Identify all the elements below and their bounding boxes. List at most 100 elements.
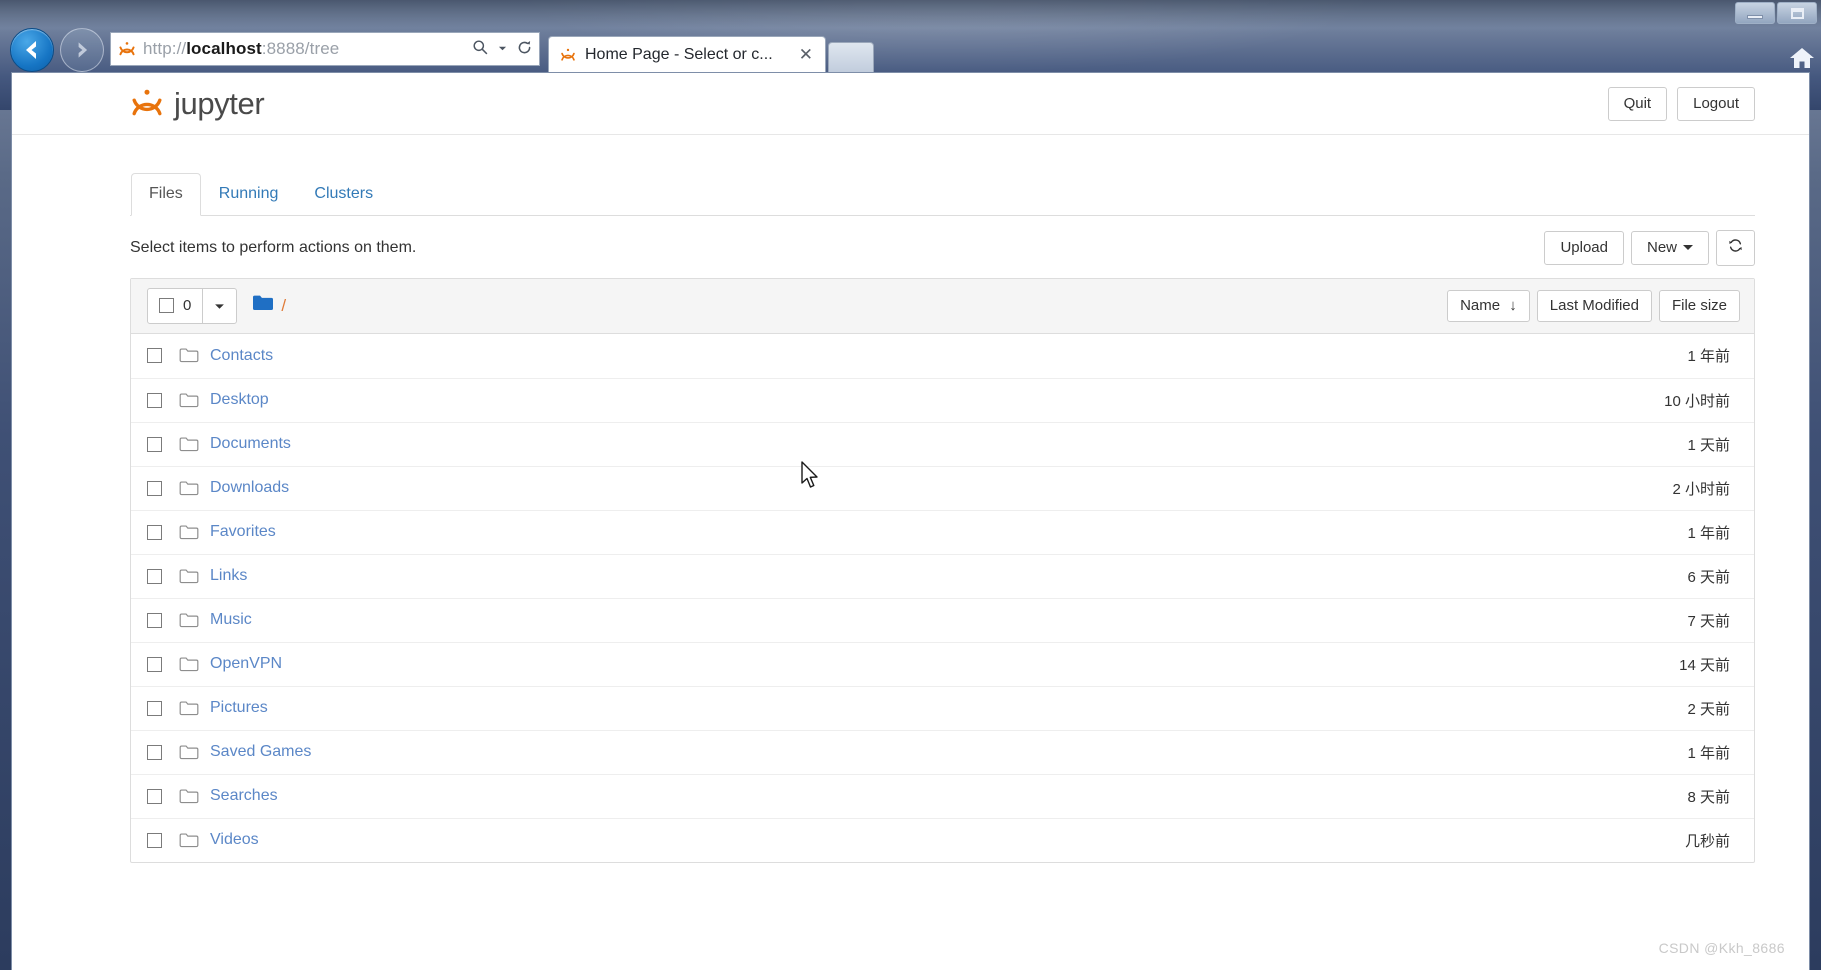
- header-actions: Quit Logout: [1607, 86, 1755, 121]
- browser-viewport: jupyter Quit Logout Files Running Cluste…: [11, 72, 1810, 970]
- file-modified: 1 天前: [1687, 436, 1730, 454]
- row-checkbox[interactable]: [147, 524, 162, 540]
- row-checkbox[interactable]: [147, 656, 162, 672]
- close-icon[interactable]: ✕: [795, 46, 817, 63]
- select-all-button[interactable]: 0: [147, 287, 204, 324]
- row-checkbox[interactable]: [147, 744, 162, 760]
- tab-running-link[interactable]: Running: [201, 173, 297, 216]
- table-row[interactable]: Searches 8 天前: [131, 773, 1754, 818]
- table-row[interactable]: Pictures 2 天前: [131, 685, 1754, 730]
- minimize-icon: [1747, 15, 1763, 19]
- folder-icon: [252, 294, 274, 317]
- file-name-link[interactable]: OpenVPN: [210, 655, 282, 673]
- upload-button[interactable]: Upload: [1544, 230, 1624, 265]
- table-row[interactable]: Contacts 1 年前: [131, 334, 1754, 378]
- table-row[interactable]: Links 6 天前: [131, 553, 1754, 598]
- tab-clusters[interactable]: Clusters: [296, 173, 391, 216]
- row-checkbox[interactable]: [147, 392, 162, 408]
- address-bar[interactable]: http://localhost:8888/tree: [110, 32, 540, 66]
- browser-tab-title: Home Page - Select or c...: [585, 45, 773, 63]
- tab-strip: Home Page - Select or c... ✕: [548, 36, 874, 72]
- sort-by-last-modified-button[interactable]: Last Modified: [1536, 289, 1652, 322]
- jupyter-favicon: [117, 39, 137, 59]
- sort-buttons: Name ↓ Last Modified File size: [1447, 289, 1740, 322]
- new-dropdown-button[interactable]: New: [1630, 230, 1709, 265]
- file-name-link[interactable]: Documents: [210, 435, 291, 453]
- row-checkbox[interactable]: [147, 700, 162, 716]
- file-name-link[interactable]: Videos: [210, 831, 259, 849]
- select-all-group: 0: [147, 287, 238, 324]
- file-name-link[interactable]: Pictures: [210, 699, 268, 717]
- list-toolbar: Select items to perform actions on them.…: [130, 216, 1755, 278]
- browser-tab[interactable]: Home Page - Select or c... ✕: [548, 36, 826, 72]
- address-text[interactable]: http://localhost:8888/tree: [143, 39, 464, 59]
- jupyter-favicon: [559, 46, 577, 64]
- file-modified: 1 年前: [1687, 348, 1730, 366]
- row-checkbox[interactable]: [147, 436, 162, 452]
- file-name-link[interactable]: Searches: [210, 787, 278, 805]
- row-checkbox[interactable]: [147, 788, 162, 804]
- file-modified: 几秒前: [1684, 832, 1730, 850]
- folder-icon: [179, 436, 199, 453]
- maximize-icon: [1790, 7, 1804, 19]
- row-checkbox[interactable]: [147, 832, 162, 848]
- file-name-link[interactable]: Saved Games: [210, 743, 311, 761]
- back-button[interactable]: [10, 28, 54, 72]
- file-modified: 2 天前: [1687, 700, 1730, 718]
- table-row[interactable]: Desktop 10 小时前: [131, 377, 1754, 422]
- new-tab-button[interactable]: [828, 42, 874, 72]
- sort-by-file-size-button[interactable]: File size: [1658, 289, 1740, 322]
- breadcrumb[interactable]: /: [252, 294, 286, 317]
- file-name-link[interactable]: Links: [210, 567, 247, 585]
- jupyter-logo[interactable]: jupyter: [130, 86, 265, 122]
- refresh-icon[interactable]: [516, 39, 533, 60]
- folder-icon: [179, 392, 199, 409]
- folder-icon: [179, 744, 199, 761]
- quit-button[interactable]: Quit: [1607, 86, 1668, 121]
- tab-clusters-link[interactable]: Clusters: [296, 173, 391, 216]
- home-icon[interactable]: [1789, 46, 1815, 74]
- maximize-button[interactable]: [1777, 2, 1817, 24]
- sort-by-name-button[interactable]: Name ↓: [1447, 289, 1530, 322]
- magnifier-icon[interactable]: [472, 39, 489, 60]
- table-row[interactable]: Documents 1 天前: [131, 421, 1754, 466]
- tab-files[interactable]: Files: [131, 173, 201, 216]
- table-row[interactable]: Videos 几秒前: [131, 817, 1754, 862]
- select-all-checkbox[interactable]: [159, 298, 174, 314]
- tab-files-link[interactable]: Files: [131, 173, 201, 216]
- breadcrumb-root[interactable]: /: [281, 296, 286, 316]
- tab-running[interactable]: Running: [201, 173, 297, 216]
- file-name-link[interactable]: Downloads: [210, 479, 289, 497]
- folder-icon: [179, 700, 199, 717]
- file-name-link[interactable]: Music: [210, 611, 252, 629]
- table-row[interactable]: Saved Games 1 年前: [131, 729, 1754, 774]
- table-row[interactable]: OpenVPN 14 天前: [131, 641, 1754, 686]
- minimize-button[interactable]: [1735, 2, 1775, 24]
- file-name-link[interactable]: Contacts: [210, 347, 273, 365]
- selection-dropdown-button[interactable]: [202, 287, 238, 324]
- main-content: Files Running Clusters Select items to p…: [12, 135, 1809, 863]
- new-dropdown-label: New: [1646, 238, 1677, 256]
- row-checkbox[interactable]: [147, 480, 162, 496]
- table-row[interactable]: Music 7 天前: [131, 597, 1754, 642]
- row-checkbox[interactable]: [147, 348, 162, 364]
- back-arrow-icon: [19, 37, 45, 63]
- row-checkbox[interactable]: [147, 612, 162, 628]
- file-name-link[interactable]: Favorites: [210, 523, 276, 541]
- folder-icon: [179, 656, 199, 673]
- file-modified: 8 天前: [1687, 788, 1730, 806]
- forward-button[interactable]: [60, 28, 104, 72]
- toolbar-message: Select items to perform actions on them.: [130, 238, 417, 256]
- table-row[interactable]: Downloads 2 小时前: [131, 465, 1754, 510]
- toolbar-actions: Upload New: [1544, 229, 1755, 266]
- row-checkbox[interactable]: [147, 568, 162, 584]
- file-name-link[interactable]: Desktop: [210, 391, 269, 409]
- browser-chrome: http://localhost:8888/tree Home Page - S…: [0, 22, 1821, 72]
- chevron-down-icon[interactable]: [498, 41, 507, 57]
- refresh-button[interactable]: [1716, 229, 1755, 266]
- table-row[interactable]: Favorites 1 年前: [131, 509, 1754, 554]
- file-list-header: 0 / Name ↓ Last Modified File size: [131, 278, 1754, 334]
- jupyter-logo-icon: [130, 87, 164, 121]
- logout-button[interactable]: Logout: [1677, 86, 1755, 121]
- tab-bar: Files Running Clusters: [130, 173, 1755, 216]
